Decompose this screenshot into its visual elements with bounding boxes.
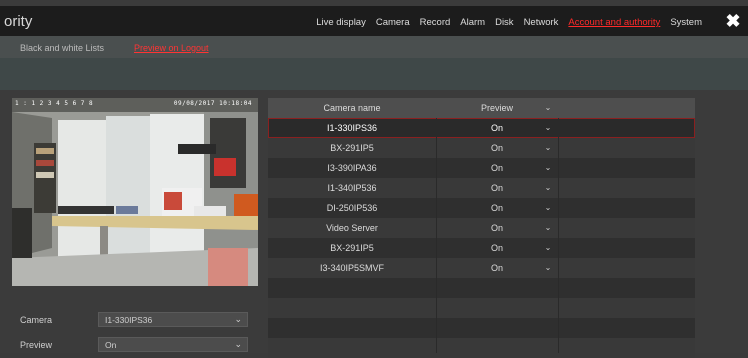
- chevron-down-icon: ⌄: [234, 314, 242, 324]
- camera-select-value: I1-330IPS36: [105, 315, 153, 325]
- table-row[interactable]: DI-250IP536 On ⌄: [268, 198, 695, 218]
- nav-disk[interactable]: Disk: [495, 17, 513, 28]
- toolbar-strip: [0, 58, 748, 90]
- camera-preview-image: [12, 98, 258, 286]
- table-row: [268, 318, 695, 338]
- main-nav: Live display Camera Record Alarm Disk Ne…: [316, 17, 702, 28]
- chevron-down-icon[interactable]: ⌄: [538, 198, 558, 218]
- tab-preview-on-logout[interactable]: Preview on Logout: [134, 43, 209, 53]
- app-window: ority Live display Camera Record Alarm D…: [0, 0, 748, 358]
- chevron-down-icon[interactable]: ⌄: [538, 238, 558, 258]
- camera-name-cell: I3-390IPA36: [327, 163, 377, 173]
- camera-label: Camera: [20, 315, 53, 325]
- table-header: Camera name Preview ⌄: [268, 98, 695, 118]
- camera-name-cell: Video Server: [326, 223, 378, 233]
- table-row: [268, 338, 695, 358]
- nav-network[interactable]: Network: [524, 17, 559, 28]
- table-row[interactable]: BX-291IP5 On ⌄: [268, 138, 695, 158]
- table-row[interactable]: I3-340IP5SMVF On ⌄: [268, 258, 695, 278]
- column-divider: [558, 118, 559, 353]
- preview-select-value: On: [105, 340, 117, 350]
- preview-label: Preview: [20, 340, 53, 350]
- nav-camera[interactable]: Camera: [376, 17, 410, 28]
- nav-account-and-authority[interactable]: Account and authority: [568, 17, 660, 28]
- close-icon[interactable]: ✖: [722, 11, 744, 32]
- table-row[interactable]: BX-291IP5 On ⌄: [268, 238, 695, 258]
- table-row: [268, 278, 695, 298]
- table-row[interactable]: I1-330IPS36 On ⌄: [268, 118, 695, 138]
- osd-channel: 1 : 1 2 3 4 5 6 7 8: [15, 100, 94, 107]
- camera-select[interactable]: I1-330IPS36 ⌄: [98, 312, 248, 327]
- column-divider: [436, 118, 437, 353]
- camera-preview-table: Camera name Preview ⌄ I1-330IPS36 On ⌄ BX-2…: [268, 98, 695, 358]
- column-header-camera-name: Camera name: [323, 103, 381, 113]
- camera-name-cell: I3-340IP5SMVF: [319, 263, 385, 273]
- chevron-down-icon[interactable]: ⌄: [538, 218, 558, 238]
- preview-select[interactable]: On ⌄: [98, 337, 248, 352]
- camera-name-cell: DI-250IP536: [326, 203, 378, 213]
- camera-name-cell: I1-330IPS36: [326, 123, 378, 133]
- table-row[interactable]: Video Server On ⌄: [268, 218, 695, 238]
- camera-name-cell: I1-340IP536: [327, 183, 377, 193]
- nav-system[interactable]: System: [670, 17, 702, 28]
- table-row: [268, 298, 695, 318]
- chevron-down-icon[interactable]: ⌄: [538, 98, 558, 118]
- camera-name-cell: BX-291IP5: [330, 143, 374, 153]
- chevron-down-icon[interactable]: ⌄: [538, 158, 558, 178]
- chevron-down-icon[interactable]: ⌄: [538, 138, 558, 158]
- table-row[interactable]: I3-390IPA36 On ⌄: [268, 158, 695, 178]
- top-bar: ority Live display Camera Record Alarm D…: [0, 6, 748, 36]
- camera-name-cell: BX-291IP5: [330, 243, 374, 253]
- chevron-down-icon[interactable]: ⌄: [538, 178, 558, 198]
- nav-alarm[interactable]: Alarm: [460, 17, 485, 28]
- tab-black-and-white-lists[interactable]: Black and white Lists: [20, 43, 104, 53]
- tab-bar: Black and white Lists Preview on Logout: [0, 36, 748, 58]
- camera-preview: 1 : 1 2 3 4 5 6 7 8 09/08/2017 10:18:04: [12, 98, 258, 286]
- app-title: ority: [4, 13, 33, 30]
- chevron-down-icon[interactable]: ⌄: [538, 258, 558, 278]
- osd-timestamp: 09/08/2017 10:18:04: [173, 100, 252, 107]
- table-row[interactable]: I1-340IP536 On ⌄: [268, 178, 695, 198]
- nav-live-display[interactable]: Live display: [316, 17, 366, 28]
- nav-record[interactable]: Record: [420, 17, 451, 28]
- chevron-down-icon[interactable]: ⌄: [538, 118, 558, 138]
- chevron-down-icon: ⌄: [234, 339, 242, 349]
